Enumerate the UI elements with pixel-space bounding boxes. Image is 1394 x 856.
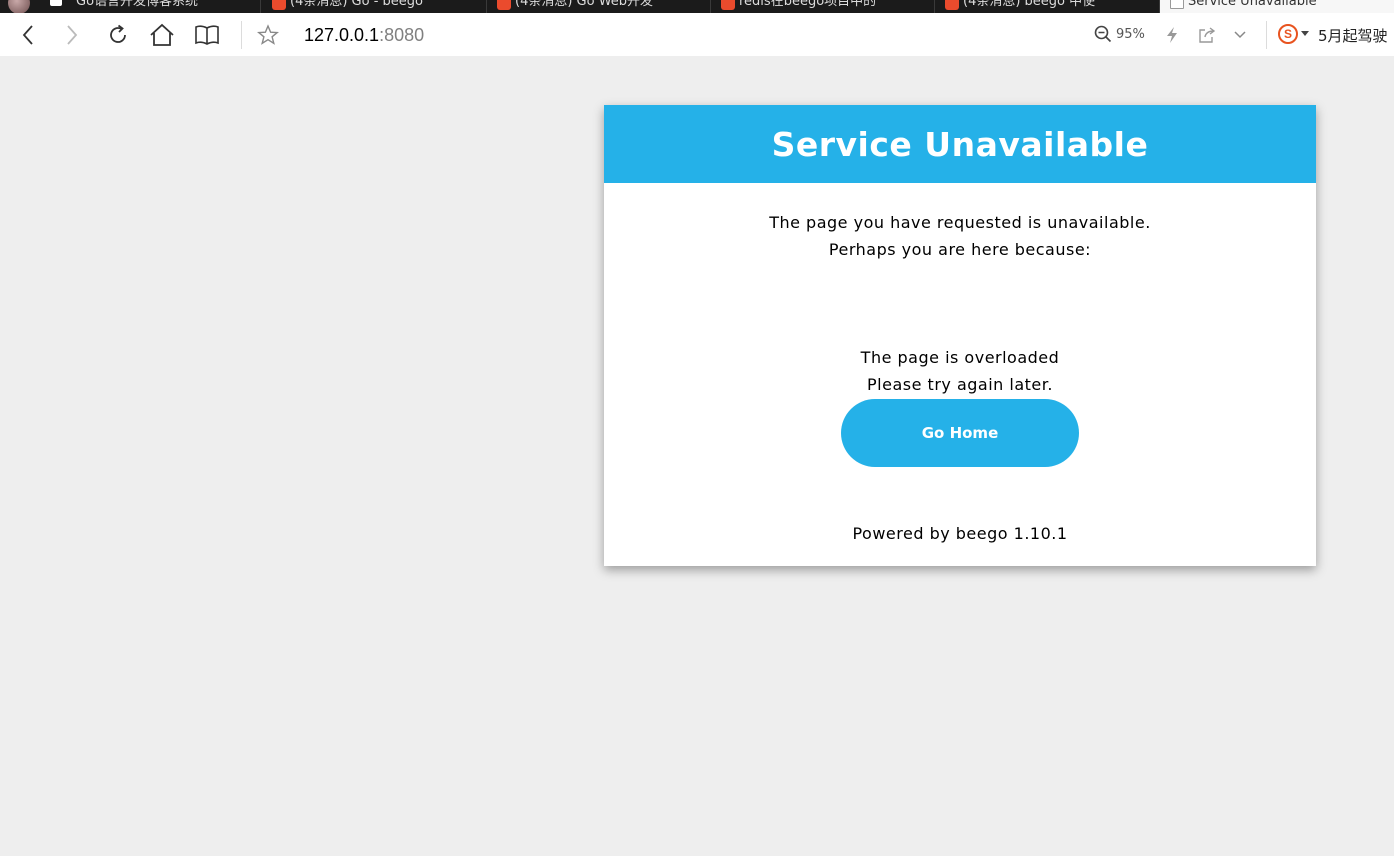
footer-powered-by: Powered by beego 1.10.1: [852, 524, 1068, 543]
reading-view-button[interactable]: [193, 21, 221, 49]
csdn-favicon-icon: [497, 0, 511, 10]
csdn-favicon-icon: [945, 0, 959, 10]
back-button[interactable]: [14, 21, 42, 49]
book-icon: [195, 25, 219, 45]
browser-toolbar: 127.0.0.1:8080 95% S 5月起驾驶: [0, 13, 1394, 56]
tab-title: Go语言开发博客系统: [76, 0, 199, 9]
page-title: Service Unavailable: [771, 124, 1149, 164]
speed-button[interactable]: [1158, 21, 1186, 49]
chevron-down-icon: [1234, 31, 1246, 39]
share-icon: [1199, 27, 1216, 43]
forward-arrow-icon: [67, 25, 78, 45]
reload-icon: [110, 24, 126, 43]
home-icon: [150, 23, 174, 46]
error-header: Service Unavailable: [604, 105, 1316, 183]
star-icon: [257, 24, 279, 45]
message-line-2: Perhaps you are here because:: [828, 240, 1092, 259]
csdn-favicon-icon: [721, 0, 735, 10]
url-port: :8080: [379, 25, 425, 45]
share-button[interactable]: [1193, 21, 1221, 49]
forward-button[interactable]: [58, 21, 86, 49]
home-button[interactable]: [148, 21, 176, 49]
toolbar-divider: [241, 21, 242, 49]
bookmark-button[interactable]: [254, 21, 282, 49]
tab-1[interactable]: Go语言开发博客系统: [0, 0, 261, 13]
tab-5[interactable]: (4条消息) beego 中使: [935, 0, 1160, 13]
tab-title: Service Unavailable: [1188, 0, 1317, 9]
tab-3[interactable]: (4条消息) Go Web开发: [487, 0, 711, 13]
tab-title: (4条消息) beego 中使: [963, 0, 1096, 9]
chat-icon: [50, 0, 62, 6]
tab-6-active[interactable]: Service Unavailable: [1160, 0, 1394, 13]
message-line-1: The page you have requested is unavailab…: [769, 213, 1151, 232]
zoom-control[interactable]: 95%: [1094, 25, 1145, 43]
extension-news-text[interactable]: 5月起驾驶: [1318, 25, 1388, 46]
go-home-button[interactable]: Go Home: [841, 399, 1079, 467]
tab-title: redis在beego项目中的: [739, 0, 877, 9]
zoom-level: 95%: [1116, 26, 1145, 42]
browser-tab-bar: Go语言开发博客系统 (4条消息) Go - beego (4条消息) Go W…: [0, 0, 1394, 13]
csdn-favicon-icon: [272, 0, 286, 10]
sogou-extension-icon[interactable]: S: [1278, 24, 1298, 44]
caret-down-icon[interactable]: [1301, 31, 1309, 36]
more-button[interactable]: [1226, 21, 1254, 49]
tab-title: (4条消息) Go Web开发: [515, 0, 654, 9]
tab-title: (4条消息) Go - beego: [290, 0, 423, 9]
reason-line-1: The page is overloaded: [860, 348, 1060, 367]
address-bar[interactable]: 127.0.0.1:8080: [304, 25, 424, 46]
reload-button[interactable]: [104, 21, 132, 49]
reason-line-2: Please try again later.: [867, 375, 1053, 394]
error-card: Service Unavailable The page you have re…: [604, 105, 1316, 566]
tab-2[interactable]: (4条消息) Go - beego: [262, 0, 487, 13]
page-favicon-icon: [1170, 0, 1184, 9]
back-arrow-icon: [22, 25, 33, 45]
lightning-icon: [1167, 27, 1177, 43]
tab-4[interactable]: redis在beego项目中的: [711, 0, 935, 13]
toolbar-divider: [1266, 21, 1267, 49]
url-host: 127.0.0.1: [304, 25, 380, 45]
zoom-out-icon: [1094, 25, 1112, 43]
avatar: [8, 0, 30, 13]
